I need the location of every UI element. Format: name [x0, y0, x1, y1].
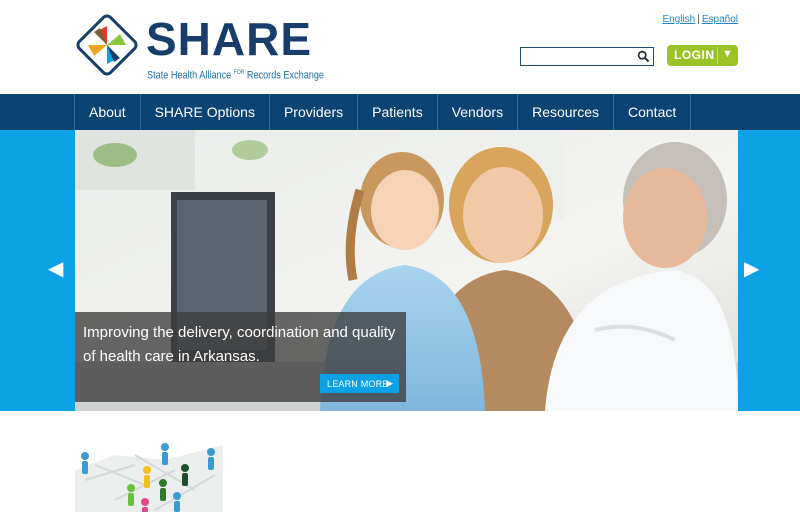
puzzle-people-image: [75, 440, 223, 512]
language-spanish-link[interactable]: Español: [702, 14, 738, 25]
puzzle-people-illustration: [75, 440, 223, 512]
hero-slider: ◀ ▶ Improving the delivery, coordination…: [0, 130, 800, 411]
search-box: [520, 47, 654, 66]
language-english-link[interactable]: English: [662, 14, 695, 25]
nav-item-share-options[interactable]: SHARE Options: [141, 94, 270, 130]
share-logo-mark-icon: [76, 14, 138, 76]
nav-item-resources[interactable]: Resources: [518, 94, 614, 130]
nav-item-about[interactable]: About: [75, 94, 141, 130]
login-label: LOGIN: [674, 48, 715, 62]
nav-item-patients[interactable]: Patients: [358, 94, 438, 130]
brand-name: SHARE: [146, 13, 313, 65]
login-divider: [717, 47, 718, 64]
search-icon[interactable]: [637, 50, 650, 63]
brand-tagline: State Health Alliance FOR Records Exchan…: [147, 69, 325, 82]
learn-more-button[interactable]: LEARN MORE ▶: [320, 374, 399, 393]
main-navigation: About SHARE Options Providers Patients V…: [0, 94, 800, 130]
slider-next-arrow-icon[interactable]: ▶: [744, 258, 759, 280]
learn-more-label: LEARN MORE: [327, 379, 389, 389]
site-header: SHARE State Health Alliance FOR Records …: [0, 0, 800, 94]
chevron-down-icon: ▼: [722, 48, 734, 60]
hero-caption-box: Improving the delivery, coordination and…: [75, 312, 406, 402]
hero-caption-text: Improving the delivery, coordination and…: [83, 324, 396, 365]
language-separator: |: [697, 14, 700, 25]
play-arrow-icon: ▶: [386, 378, 393, 388]
nav-list: About SHARE Options Providers Patients V…: [74, 94, 692, 130]
language-switcher: English | Español: [662, 14, 738, 25]
nav-item-providers[interactable]: Providers: [270, 94, 359, 130]
nav-item-vendors[interactable]: Vendors: [438, 94, 519, 130]
share-logo[interactable]: SHARE State Health Alliance FOR Records …: [74, 12, 324, 82]
nav-item-contact[interactable]: Contact: [614, 94, 692, 130]
slider-prev-arrow-icon[interactable]: ◀: [48, 258, 63, 280]
search-input[interactable]: [523, 49, 635, 64]
login-button[interactable]: LOGIN ▼: [667, 45, 738, 66]
